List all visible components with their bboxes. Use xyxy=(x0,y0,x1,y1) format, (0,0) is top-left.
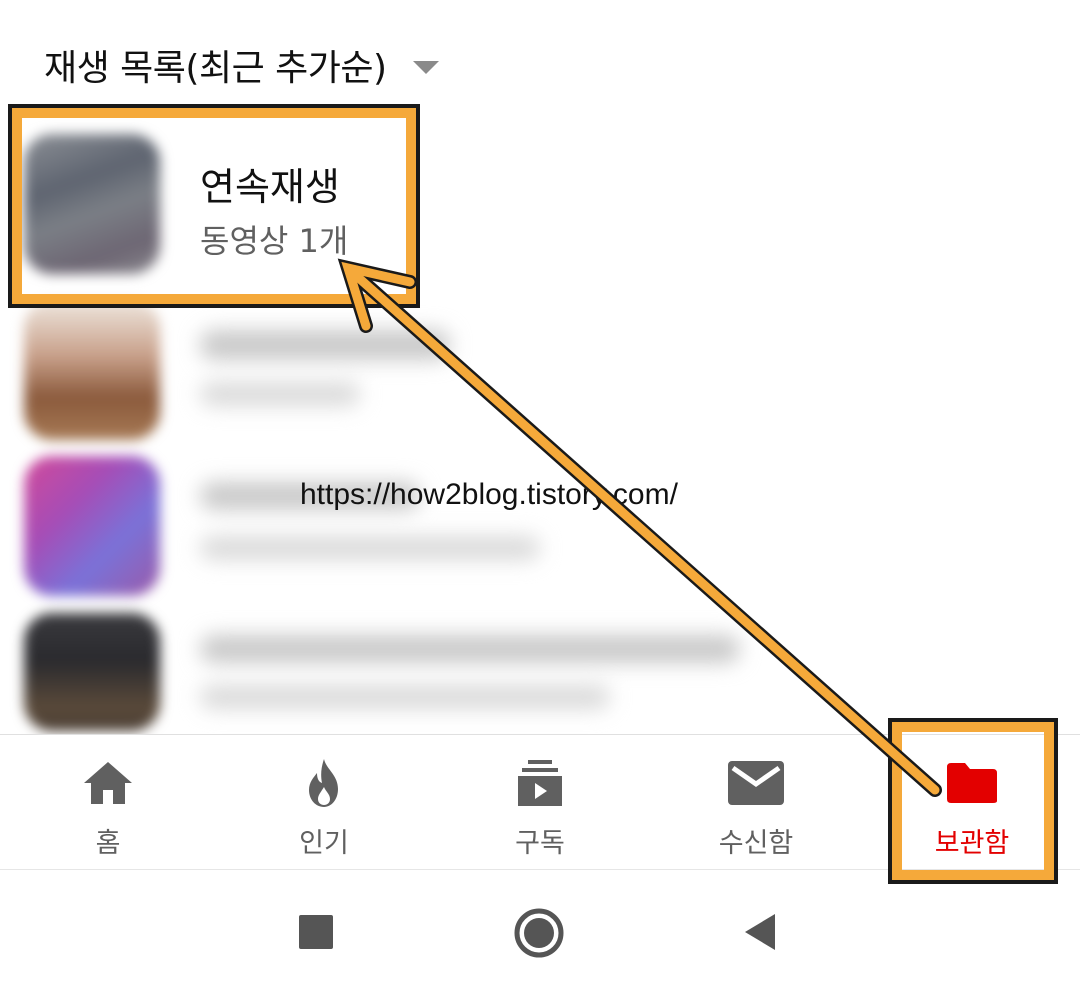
playlist-thumbnail[interactable] xyxy=(24,456,160,596)
annotation-box-playlist xyxy=(8,104,420,308)
watermark-url: https://how2blog.tistory.com/ xyxy=(300,478,678,511)
playlist-thumbnail[interactable] xyxy=(24,300,160,440)
home-icon xyxy=(78,757,138,809)
nav-label-home: 홈 xyxy=(95,828,121,859)
nav-label-inbox: 수신함 xyxy=(718,828,794,859)
back-triangle-icon[interactable] xyxy=(740,912,780,952)
playlist-item[interactable] xyxy=(0,290,1080,440)
blurred-subtitle xyxy=(200,685,610,709)
nav-label-trending: 인기 xyxy=(299,828,349,859)
nav-trending[interactable]: 인기 xyxy=(216,735,432,869)
annotation-box-library xyxy=(888,718,1058,884)
dropdown-triangle-icon[interactable] xyxy=(412,60,439,74)
nav-inbox[interactable]: 수신함 xyxy=(648,735,864,869)
mail-icon xyxy=(726,757,786,809)
blurred-title xyxy=(200,635,740,663)
nav-home[interactable]: 홈 xyxy=(0,735,216,869)
nav-subscriptions[interactable]: 구독 xyxy=(432,735,648,869)
system-navigation-bar xyxy=(0,870,1080,998)
blurred-subtitle xyxy=(200,536,540,560)
home-circle-icon[interactable] xyxy=(513,907,565,959)
nav-label-subscriptions: 구독 xyxy=(515,828,565,859)
playlist-item[interactable] xyxy=(0,448,1080,598)
playlist-item[interactable] xyxy=(0,605,1080,735)
blurred-subtitle xyxy=(200,382,360,406)
playlist-thumbnail[interactable] xyxy=(24,613,160,731)
playlist-sort-title[interactable]: 재생 목록(최근 추가순) xyxy=(44,39,387,91)
playlist-sort-header[interactable]: 재생 목록(최근 추가순) xyxy=(44,38,439,92)
flame-icon xyxy=(294,757,354,809)
blurred-title xyxy=(200,330,450,360)
recents-square-icon[interactable] xyxy=(296,912,336,952)
subscriptions-icon xyxy=(510,757,570,809)
